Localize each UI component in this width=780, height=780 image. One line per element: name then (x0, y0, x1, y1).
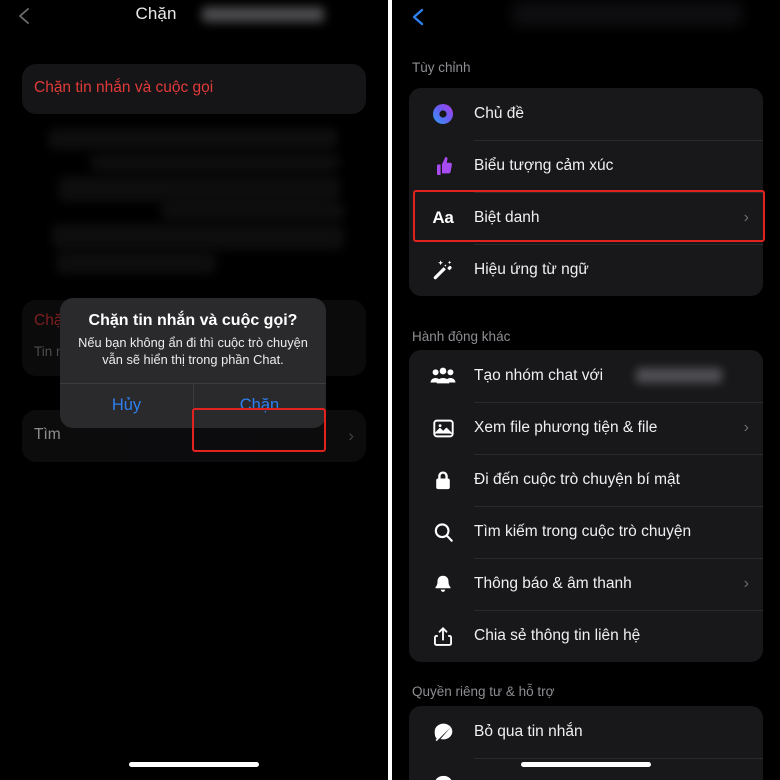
thumbs-up-icon (429, 152, 457, 180)
chevron-right-icon: › (743, 575, 749, 592)
row-create-group-chat[interactable]: Tạo nhóm chat với (409, 350, 763, 402)
customization-card: Chủ đề Biểu tượng cảm xúc Aa Biệt danh › (409, 88, 763, 296)
row-share-contact[interactable]: Chia sẻ thông tin liên hệ (409, 610, 763, 662)
row-ignore-messages-label: Bỏ qua tin nhắn (474, 723, 583, 740)
row-nickname[interactable]: Aa Biệt danh › (409, 192, 763, 244)
dialog-title: Chặn tin nhắn và cuộc gọi? (88, 312, 298, 329)
row-nickname-label: Biệt danh (474, 209, 540, 226)
page-title-text: Chặn (135, 4, 177, 23)
left-header: Chặn (0, 0, 388, 34)
row-word-effects[interactable]: Hiệu ứng từ ngữ (409, 244, 763, 296)
left-phone-screen: Chặn Chặn tin nhắn và cuộc gọi Chặ Tin n… (0, 0, 388, 780)
dialog-message: Nếu bạn không ẩn đi thì cuộc trò chuyện … (78, 335, 308, 367)
cancel-button[interactable]: Hủy (60, 384, 193, 428)
row-search-in-conversation-label: Tìm kiếm trong cuộc trò chuyện (474, 523, 692, 540)
dim-line (58, 176, 340, 202)
dimmed-row-block-label: Chặ (34, 312, 63, 329)
home-indicator (521, 762, 651, 767)
dim-line (48, 128, 338, 150)
chevron-right-icon: › (743, 419, 749, 436)
dim-line (56, 252, 216, 274)
row-emoji-label: Biểu tượng cảm xúc (474, 157, 614, 174)
section-label-customization: Tùy chỉnh (412, 60, 471, 75)
row-emoji[interactable]: Biểu tượng cảm xúc (409, 140, 763, 192)
dim-line (160, 202, 345, 220)
search-icon (429, 518, 457, 546)
row-notifications-sounds[interactable]: Thông báo & âm thanh › (409, 558, 763, 610)
dialog-body: Chặn tin nhắn và cuộc gọi? Nếu bạn không… (60, 298, 326, 383)
dialog-action-divider (193, 383, 194, 428)
ignore-message-icon (429, 718, 457, 746)
right-header (392, 0, 780, 38)
other-actions-card: Tạo nhóm chat với Xem file phương tiện &… (409, 350, 763, 662)
row-share-contact-label: Chia sẻ thông tin liên hệ (474, 627, 641, 644)
row-view-media-files-label: Xem file phương tiện & file (474, 419, 658, 436)
row-ignore-messages[interactable]: Bỏ qua tin nhắn (409, 706, 763, 758)
row-theme[interactable]: Chủ đề (409, 88, 763, 140)
confirm-block-button[interactable]: Chặn (193, 384, 326, 428)
privacy-support-card: Bỏ qua tin nhắn (409, 706, 763, 780)
magic-wand-icon (429, 256, 457, 284)
page-title: Chặn (0, 4, 388, 24)
chevron-left-icon[interactable] (408, 6, 430, 28)
share-icon (429, 622, 457, 650)
dim-line (52, 224, 344, 250)
home-indicator (129, 762, 259, 767)
blurred-contact-name (202, 7, 324, 22)
block-messages-calls-card[interactable]: Chặn tin nhắn và cuộc gọi (22, 64, 366, 114)
aa-text-icon: Aa (432, 208, 454, 227)
dimmed-chat-body (30, 124, 360, 294)
theme-circle-icon (429, 100, 457, 128)
section-label-other-actions: Hành động khác (412, 329, 511, 344)
dimmed-row-search-label: Tìm (34, 426, 61, 443)
row-theme-label: Chủ đề (474, 105, 524, 122)
chat-bubble-icon (429, 770, 457, 780)
block-confirmation-dialog: Chặn tin nhắn và cuộc gọi? Nếu bạn không… (60, 298, 326, 428)
people-group-icon (429, 362, 457, 390)
right-phone-screen: Tùy chỉnh Chủ đề Biểu tượng cảm xúc Aa B… (392, 0, 780, 780)
row-word-effects-label: Hiệu ứng từ ngữ (474, 261, 589, 278)
photo-icon (429, 414, 457, 442)
row-secret-conversation-label: Đi đến cuộc trò chuyện bí mật (474, 471, 680, 488)
blurred-header-area (512, 2, 742, 26)
blurred-contact-name (636, 368, 722, 383)
chevron-right-icon: › (348, 426, 354, 445)
row-create-group-chat-label: Tạo nhóm chat với (474, 367, 604, 384)
bell-icon (429, 570, 457, 598)
row-secret-conversation[interactable]: Đi đến cuộc trò chuyện bí mật (409, 454, 763, 506)
block-messages-calls-label: Chặn tin nhắn và cuộc gọi (34, 79, 214, 96)
lock-icon (429, 466, 457, 494)
dialog-actions: Hủy Chặn (60, 382, 326, 428)
row-view-media-files[interactable]: Xem file phương tiện & file › (409, 402, 763, 454)
screenshot-root: Chặn Chặn tin nhắn và cuộc gọi Chặ Tin n… (0, 0, 780, 780)
dim-line (90, 154, 340, 172)
row-notifications-sounds-label: Thông báo & âm thanh (474, 575, 632, 592)
row-search-in-conversation[interactable]: Tìm kiếm trong cuộc trò chuyện (409, 506, 763, 558)
section-label-privacy-support: Quyền riêng tư & hỗ trợ (412, 684, 555, 699)
chevron-right-icon: › (743, 209, 749, 226)
